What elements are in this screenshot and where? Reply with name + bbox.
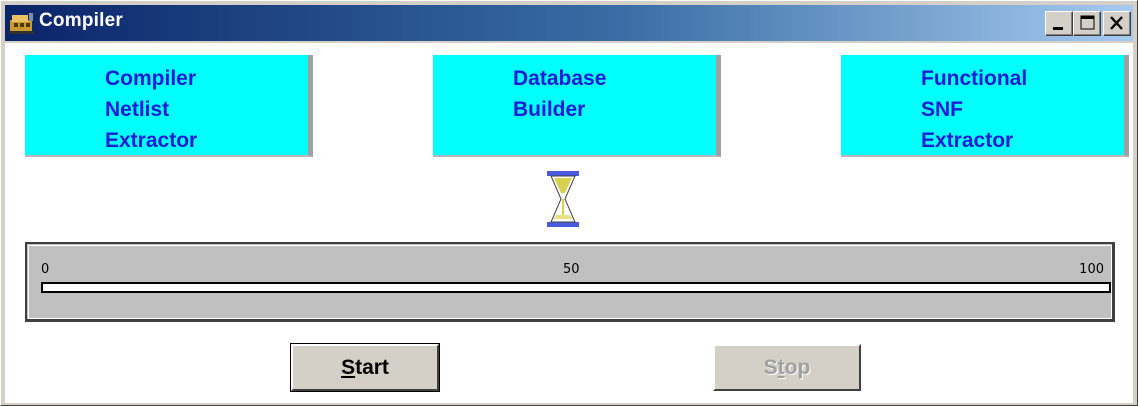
close-button[interactable]	[1103, 11, 1131, 36]
window-title: Compiler	[39, 10, 123, 31]
stage-netlist-extractor: Compiler Netlist Extractor	[25, 55, 313, 157]
maximize-icon	[1080, 15, 1095, 30]
stop-label-pre: S	[763, 356, 778, 379]
progress-bar	[41, 282, 1111, 293]
stage-database-builder: Database Builder	[433, 55, 721, 157]
stop-button[interactable]: Stop	[713, 344, 861, 391]
stage-snf-extractor: Functional SNF Extractor	[841, 55, 1129, 157]
close-icon	[1110, 16, 1123, 30]
stage-label: Functional SNF Extractor	[921, 67, 1028, 152]
client-area: Compiler Netlist Extractor Database Buil…	[5, 43, 1133, 403]
stop-mnemonic: t	[777, 356, 785, 379]
compiler-app-icon	[9, 13, 34, 34]
start-mnemonic: S	[341, 356, 356, 379]
minimize-icon	[1053, 27, 1063, 30]
start-label-rest: tart	[355, 356, 389, 379]
stage-label: Compiler Netlist Extractor	[105, 67, 198, 152]
title-bar[interactable]: Compiler	[5, 5, 1133, 41]
compiler-window: Compiler Compiler Netlist Extractor Data…	[0, 0, 1138, 406]
progress-min-label: 0	[41, 262, 50, 277]
progress-mid-label: 50	[563, 262, 580, 277]
minimize-button[interactable]	[1045, 11, 1073, 36]
stop-label-rest: op	[784, 356, 811, 379]
progress-max-label: 100	[1079, 262, 1104, 277]
maximize-button[interactable]	[1073, 11, 1101, 36]
stage-label: Database Builder	[513, 67, 607, 121]
start-button[interactable]: Start	[290, 343, 440, 392]
hourglass-icon	[547, 171, 579, 227]
progress-panel: 0 50 100	[25, 242, 1115, 322]
